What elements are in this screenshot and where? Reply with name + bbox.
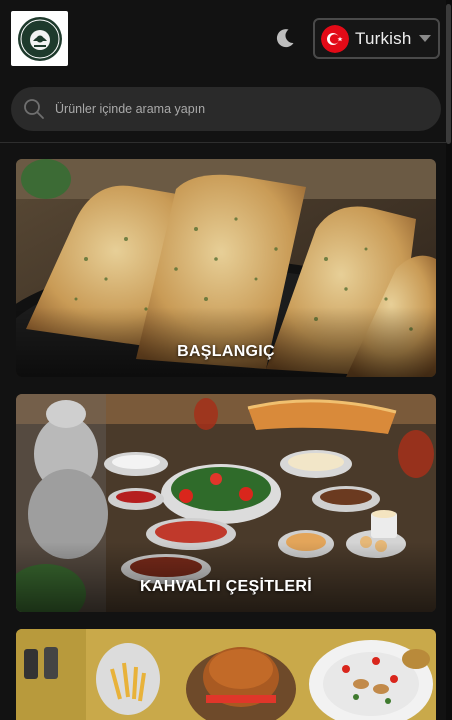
category-title: BAŞLANGIÇ (177, 343, 275, 360)
search-icon (24, 99, 44, 119)
card-shade (16, 307, 436, 377)
search-input[interactable] (55, 87, 425, 131)
category-title: KAHVALTI ÇEŞİTLERİ (140, 578, 312, 595)
search-bar[interactable] (11, 87, 441, 131)
turkey-flag-icon (321, 24, 349, 53)
cafe-logo-icon (17, 16, 62, 61)
category-card[interactable] (16, 629, 436, 720)
category-card[interactable]: BAŞLANGIÇ (16, 159, 436, 377)
category-image (16, 629, 436, 720)
scrollbar-thumb[interactable] (446, 4, 451, 144)
moon-icon (276, 29, 294, 48)
cafe-logo[interactable] (11, 11, 68, 66)
card-shade (16, 542, 436, 612)
category-card[interactable]: KAHVALTI ÇEŞİTLERİ (16, 394, 436, 612)
header-divider (0, 142, 446, 143)
language-label: Turkish (355, 28, 412, 48)
language-selector[interactable]: Turkish (313, 18, 440, 59)
theme-toggle-button[interactable] (272, 25, 298, 51)
chevron-down-icon (419, 35, 431, 42)
header: Turkish (0, 0, 452, 78)
